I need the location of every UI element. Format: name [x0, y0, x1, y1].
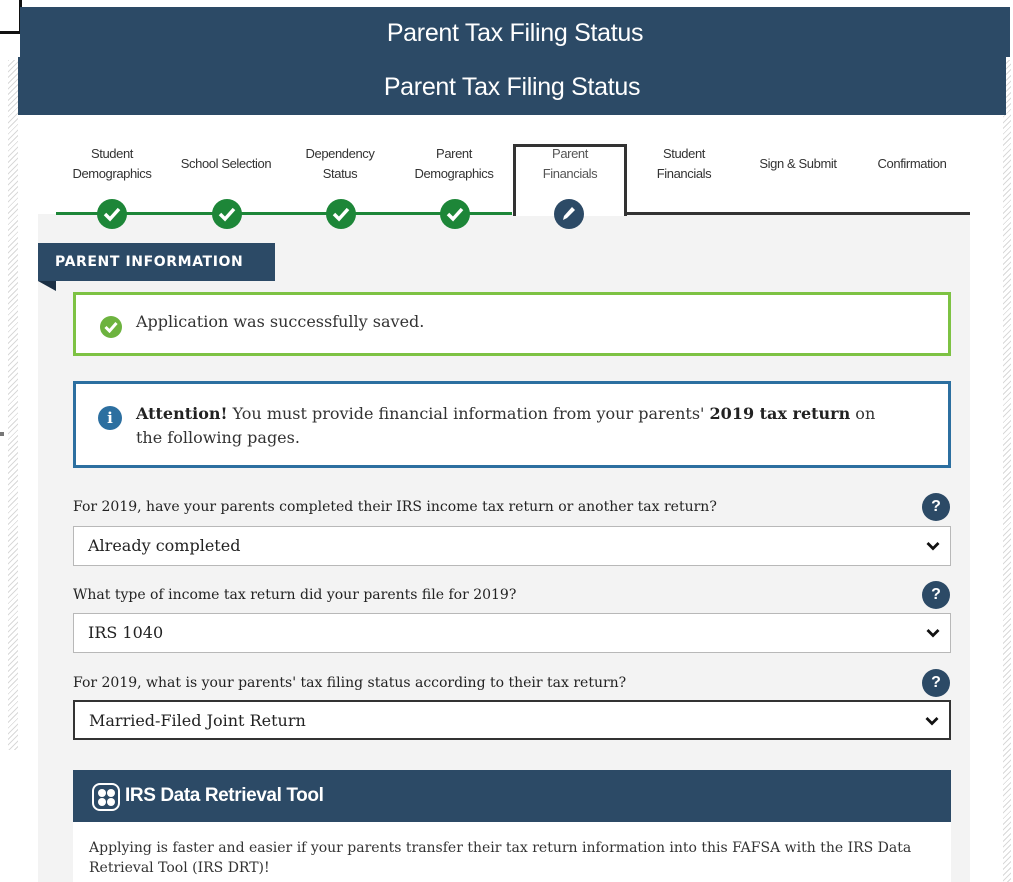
irs-drt-title: IRS Data Retrieval Tool [125, 785, 324, 806]
irs-drt-body: Applying is faster and easier if your pa… [73, 822, 951, 882]
check-circle-icon [100, 316, 122, 338]
step-label: Parent Financials [542, 146, 598, 181]
step-dependency-status[interactable]: Dependency Status [284, 140, 396, 188]
step-student-financials[interactable]: Student Financials [628, 140, 740, 188]
attention-emphasis: 2019 tax return [709, 404, 851, 423]
irs-drt-text: Applying is faster and easier if your pa… [89, 840, 912, 876]
question-label-tax-return-completed: For 2019, have your parents completed th… [73, 499, 717, 515]
step-parent-demographics[interactable]: Parent Demographics [398, 140, 510, 188]
section-heading: PARENT INFORMATION [38, 243, 275, 281]
attention-message: Attention! You must provide financial in… [136, 402, 896, 450]
help-icon[interactable]: ? [922, 669, 950, 697]
left-scroll-gutter [8, 60, 18, 750]
irs-drt-header: IRS Data Retrieval Tool [73, 770, 951, 822]
filing-status-select[interactable]: Married-Filed Joint Return [73, 700, 951, 740]
corner-mark [0, 0, 22, 34]
chevron-down-icon [926, 542, 940, 551]
chevron-down-icon [925, 717, 939, 726]
step-label: Dependency Status [305, 146, 375, 181]
right-scroll-gutter [1003, 60, 1011, 882]
step-confirmation[interactable]: Confirmation [856, 140, 968, 188]
step-label: School Selection [180, 156, 272, 171]
window-title: Parent Tax Filing Status [386, 19, 644, 47]
success-alert: Application was successfully saved. [73, 292, 951, 356]
step-parent-financials[interactable]: Parent Financials [516, 140, 624, 188]
help-icon[interactable]: ? [922, 493, 950, 521]
attention-alert: i Attention! You must provide financial … [73, 381, 951, 468]
select-value: Married-Filed Joint Return [89, 711, 306, 730]
step-school-selection[interactable]: School Selection [170, 140, 282, 188]
select-value: Already completed [88, 536, 241, 555]
irs-drt-icon [92, 783, 120, 811]
step-label: Student Demographics [72, 146, 152, 181]
question-label-return-type: What type of income tax return did your … [73, 587, 517, 603]
check-icon [97, 199, 127, 229]
check-icon [440, 199, 470, 229]
return-type-select[interactable]: IRS 1040 [73, 613, 951, 653]
check-icon [326, 199, 356, 229]
step-sign-submit[interactable]: Sign & Submit [742, 140, 854, 188]
section-heading-fold [38, 281, 56, 291]
step-label: Parent Demographics [414, 146, 494, 181]
step-label: Sign & Submit [759, 156, 837, 171]
help-icon[interactable]: ? [922, 581, 950, 609]
chevron-down-icon [926, 629, 940, 638]
window-title-bar: Parent Tax Filing Status [20, 7, 1010, 57]
question-label-filing-status: For 2019, what is your parents' tax fili… [73, 675, 627, 691]
pencil-icon [554, 199, 584, 229]
success-message: Application was successfully saved. [136, 312, 425, 331]
check-icon [212, 199, 242, 229]
progress-steps: Student Demographics School Selection De… [56, 140, 970, 240]
step-label: Confirmation [877, 156, 947, 171]
page-title: Parent Tax Filing Status [18, 57, 1006, 115]
step-label: Student Financials [656, 146, 712, 181]
attention-lead: Attention! [136, 404, 228, 423]
select-value: IRS 1040 [88, 623, 164, 642]
info-icon: i [98, 406, 122, 430]
tax-return-completed-select[interactable]: Already completed [73, 526, 951, 566]
edge-mark [0, 432, 4, 436]
attention-text-before: You must provide financial information f… [227, 404, 710, 423]
progress-line-upcoming [627, 212, 970, 215]
step-student-demographics[interactable]: Student Demographics [56, 140, 168, 188]
